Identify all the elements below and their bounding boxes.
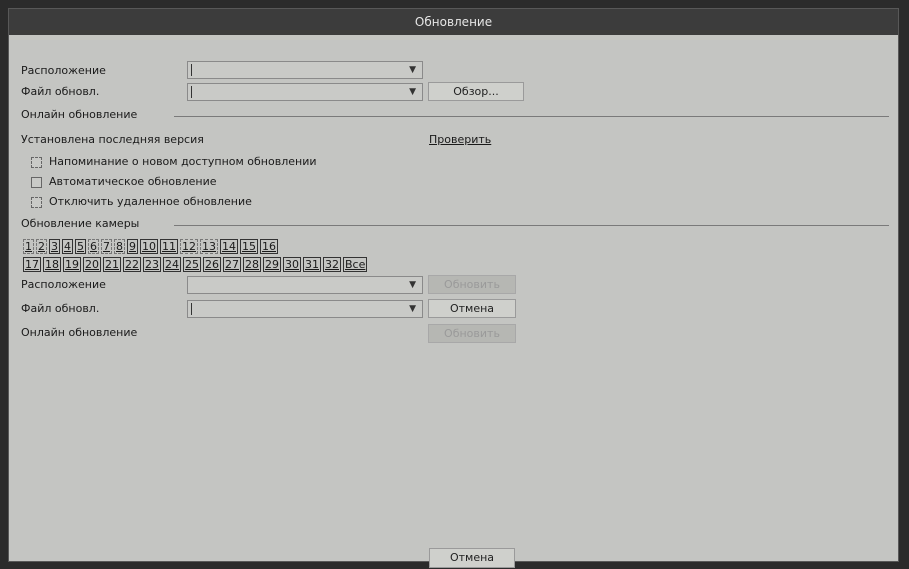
disable-remote-update-label: Отключить удаленное обновление bbox=[49, 195, 252, 208]
channel-18-toggle[interactable]: 18 bbox=[43, 257, 61, 272]
channel-32-toggle[interactable]: 32 bbox=[323, 257, 341, 272]
channel-15-toggle[interactable]: 15 bbox=[240, 239, 258, 254]
chevron-down-icon: ▼ bbox=[409, 65, 416, 75]
channel-23-toggle[interactable]: 23 bbox=[143, 257, 161, 272]
channel-row-2: 17 18 19 20 21 22 23 24 25 26 27 28 29 30 31 32 Все bbox=[23, 257, 368, 272]
text-cursor bbox=[191, 303, 192, 315]
section-divider bbox=[174, 225, 889, 226]
location-label: Расположение bbox=[21, 64, 106, 77]
channel-10-toggle[interactable]: 10 bbox=[140, 239, 158, 254]
channel-13-toggle[interactable]: 13 bbox=[200, 239, 218, 254]
channel-14-toggle[interactable]: 14 bbox=[220, 239, 238, 254]
channel-28-toggle[interactable]: 28 bbox=[243, 257, 261, 272]
location-select[interactable]: ▼ bbox=[187, 61, 423, 79]
dialog-content: Расположение ▼ Файл обновл. ▼ Обзор... О… bbox=[9, 35, 898, 568]
camera-update-button[interactable]: Обновить bbox=[428, 324, 516, 343]
channel-7-toggle[interactable]: 7 bbox=[101, 239, 112, 254]
channel-24-toggle[interactable]: 24 bbox=[163, 257, 181, 272]
disable-remote-update-checkbox[interactable] bbox=[31, 197, 42, 208]
auto-update-label: Автоматическое обновление bbox=[49, 175, 217, 188]
channel-30-toggle[interactable]: 30 bbox=[283, 257, 301, 272]
close-button[interactable]: Отмена bbox=[429, 548, 515, 568]
channel-25-toggle[interactable]: 25 bbox=[183, 257, 201, 272]
channel-3-toggle[interactable]: 3 bbox=[49, 239, 60, 254]
channel-21-toggle[interactable]: 21 bbox=[103, 257, 121, 272]
camera-location-label: Расположение bbox=[21, 278, 106, 291]
channel-5-toggle[interactable]: 5 bbox=[75, 239, 86, 254]
camera-location-select[interactable]: ▼ bbox=[187, 276, 423, 294]
section-divider bbox=[174, 116, 889, 117]
channel-20-toggle[interactable]: 20 bbox=[83, 257, 101, 272]
channel-26-toggle[interactable]: 26 bbox=[203, 257, 221, 272]
channel-19-toggle[interactable]: 19 bbox=[63, 257, 81, 272]
text-cursor bbox=[191, 64, 192, 76]
channel-27-toggle[interactable]: 27 bbox=[223, 257, 241, 272]
channel-12-toggle[interactable]: 12 bbox=[180, 239, 198, 254]
channel-row-1: 1 2 3 4 5 6 7 8 9 10 11 12 13 14 15 16 bbox=[23, 239, 278, 254]
camera-update-section-title: Обновление камеры bbox=[21, 217, 140, 230]
check-update-link[interactable]: Проверить bbox=[429, 133, 491, 146]
channel-22-toggle[interactable]: 22 bbox=[123, 257, 141, 272]
update-dialog: Обновление Расположение ▼ Файл обновл. ▼… bbox=[9, 9, 898, 568]
dialog-title: Обновление bbox=[9, 9, 898, 35]
camera-online-update-label: Онлайн обновление bbox=[21, 326, 138, 339]
channel-29-toggle[interactable]: 29 bbox=[263, 257, 281, 272]
online-update-section-title: Онлайн обновление bbox=[21, 108, 138, 121]
channel-16-toggle[interactable]: 16 bbox=[260, 239, 278, 254]
notify-new-update-checkbox[interactable] bbox=[31, 157, 42, 168]
camera-firmware-select[interactable]: ▼ bbox=[187, 300, 423, 318]
channel-1-toggle[interactable]: 1 bbox=[23, 239, 34, 254]
latest-version-status: Установлена последняя версия bbox=[21, 133, 204, 146]
auto-update-checkbox[interactable] bbox=[31, 177, 42, 188]
notify-new-update-label: Напоминание о новом доступном обновлении bbox=[49, 155, 317, 168]
chevron-down-icon: ▼ bbox=[409, 87, 416, 97]
firmware-file-label: Файл обновл. bbox=[21, 85, 100, 98]
chevron-down-icon: ▼ bbox=[409, 304, 416, 314]
channel-9-toggle[interactable]: 9 bbox=[127, 239, 138, 254]
firmware-file-select[interactable]: ▼ bbox=[187, 83, 423, 101]
channel-8-toggle[interactable]: 8 bbox=[114, 239, 125, 254]
channel-4-toggle[interactable]: 4 bbox=[62, 239, 73, 254]
channel-31-toggle[interactable]: 31 bbox=[303, 257, 321, 272]
channel-11-toggle[interactable]: 11 bbox=[160, 239, 178, 254]
channel-6-toggle[interactable]: 6 bbox=[88, 239, 99, 254]
camera-browse-button[interactable]: Отмена bbox=[428, 299, 516, 318]
channel-2-toggle[interactable]: 2 bbox=[36, 239, 47, 254]
channel-17-toggle[interactable]: 17 bbox=[23, 257, 41, 272]
channel-Все-toggle[interactable]: Все bbox=[343, 257, 368, 272]
camera-firmware-label: Файл обновл. bbox=[21, 302, 100, 315]
camera-refresh-button[interactable]: Обновить bbox=[428, 275, 516, 294]
browse-button[interactable]: Обзор... bbox=[428, 82, 524, 101]
text-cursor bbox=[191, 86, 192, 98]
chevron-down-icon: ▼ bbox=[409, 280, 416, 290]
